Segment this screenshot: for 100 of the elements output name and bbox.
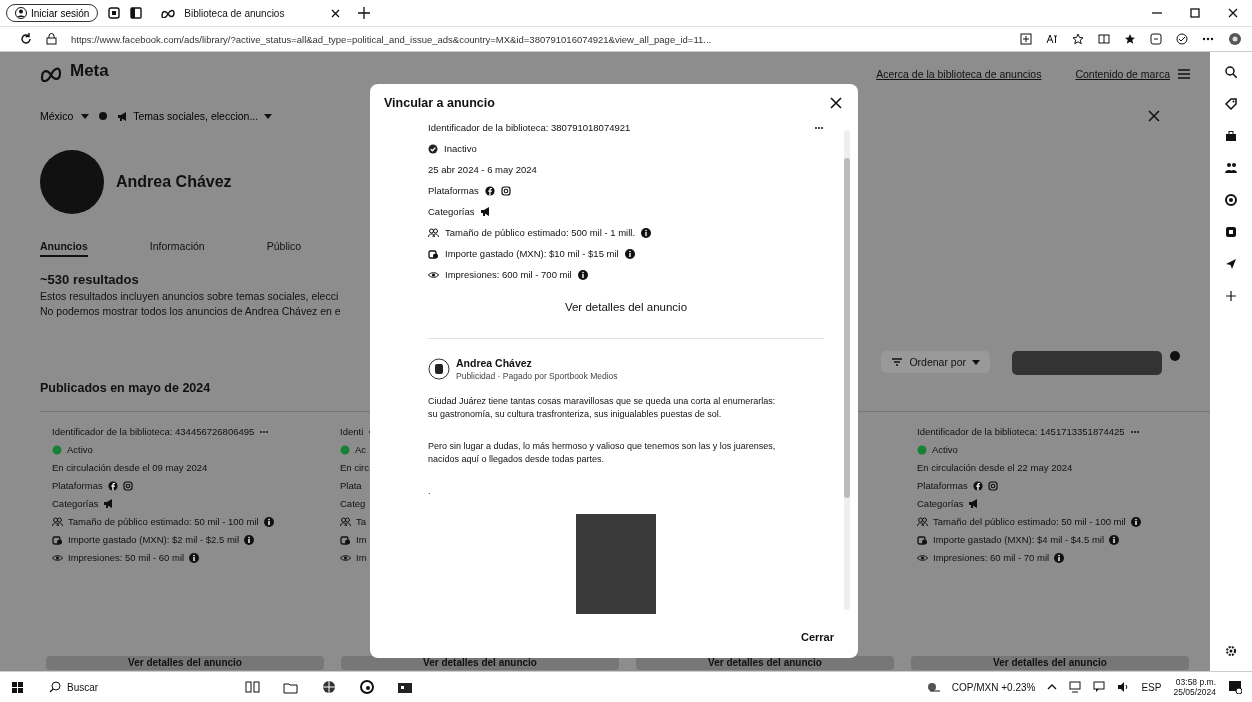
globe-icon[interactable] [321,680,338,694]
weather-icon [925,681,940,693]
office-icon[interactable] [1225,226,1237,238]
instagram-icon [122,480,133,491]
more-icon[interactable] [814,125,824,130]
copilot-icon[interactable] [1228,32,1242,46]
close-button[interactable]: Cerrar [794,630,840,644]
refresh-icon[interactable] [20,33,32,45]
windows-logo-icon[interactable] [12,681,23,693]
ad-text: Pero sin lugar a dudas, lo más hermoso y valioso que tenemos son las y los juarenses, nacidos aquí o llegados desde todas partes. [428,440,777,466]
workspaces-icon[interactable] [108,7,121,19]
task-view-icon[interactable] [245,680,262,694]
people-icon[interactable] [1225,162,1237,174]
speaker-icon[interactable] [1117,681,1130,693]
store-icon[interactable] [397,680,414,694]
close-icon[interactable] [1228,8,1238,18]
caret-icon [81,113,90,119]
language-indicator[interactable]: ESP [1141,681,1162,693]
dot-icon [1170,351,1180,361]
run-dates: 25 abr 2024 - 6 may 2024 [428,164,538,175]
status-label: Ac [355,444,367,455]
split-window-icon[interactable] [1098,33,1110,45]
money-icon [52,534,63,545]
browser-icon[interactable] [359,680,376,694]
platforms-label: Plataformas [428,185,479,196]
platforms-label: Plata [340,480,362,491]
amount-spent: Im [356,534,367,545]
caret-icon [972,359,980,365]
ad-details-button[interactable]: Ver detalles del anuncio [911,656,1189,670]
collections-icon[interactable] [1150,33,1162,45]
audience-size: Tamaño de público estimado: 500 mil - 1 mill. [445,227,636,238]
close-icon[interactable] [830,97,842,109]
tab-actions-icon[interactable] [130,7,143,19]
plus-icon[interactable] [358,7,371,19]
info-icon [263,516,274,527]
meta-logo-icon [160,8,177,18]
maximize-icon[interactable] [1190,8,1200,18]
ad-text: Ciudad Juárez tiene tantas cosas maravillosas que se queda una corta al enumerarlas: su gastronomía, su cultura trasfronteriza, sus inigualables puestas de sol. [428,395,777,421]
people-icon [340,516,351,527]
tab-title: Biblioteca de anuncios [184,7,285,19]
status-label: Inactivo [444,143,477,154]
library-id: Identi [340,426,364,437]
favorites-icon[interactable] [1124,33,1136,45]
settings-icon[interactable] [1225,645,1237,657]
folder-icon[interactable] [283,680,300,694]
tag-icon[interactable] [1225,98,1237,110]
favorite-icon[interactable] [1072,33,1084,45]
menu-icon[interactable] [1178,69,1190,79]
info-icon [641,227,652,238]
run-dates: En circ [340,462,370,473]
notification-icon[interactable] [1228,680,1242,694]
taskbar-search[interactable]: Buscar [49,681,99,693]
split-screen-icon[interactable] [1020,33,1032,45]
sign-in-button[interactable]: Iniciar sesión [6,4,99,22]
ad-details-link[interactable]: Ver detalles del anuncio [558,300,694,314]
profile-name: Andrea Chávez [116,173,232,191]
address-bar-url[interactable]: https://www.facebook.com/ads/library/?active_status=all&ad_type=political_and_issue_ads&country=MX&id=380791016074921&view_all_page_id=11... [71,33,1006,45]
plus-icon[interactable] [1225,290,1237,302]
audience-size: Tamaño del público estimado: 50 mil - 100 mil [933,516,1126,527]
audience-size: Tamaño de público estimado: 50 mil - 100 mil [68,516,259,527]
close-icon[interactable] [331,8,341,18]
search-icon[interactable] [1225,66,1237,78]
page-tab[interactable]: Público [266,239,302,257]
page-tab[interactable]: Anuncios [40,239,88,257]
paper-plane-icon[interactable] [1225,258,1237,270]
circle-icon[interactable] [1225,194,1237,206]
advertiser-name: Andrea Chávez [456,357,533,369]
read-aloud-icon[interactable] [1046,33,1058,45]
categories-label: Categorías [428,206,475,217]
header-link[interactable]: Contenido de marca [1075,68,1170,80]
platforms-label: Plataformas [917,480,968,491]
topic-dropdown[interactable]: Temas sociales, eleccion... [117,110,273,122]
more-icon[interactable] [1202,36,1214,42]
brand-name: Meta [70,61,109,81]
close-icon[interactable] [1148,110,1160,122]
caret-icon [264,113,273,119]
eye-icon [428,269,439,280]
info-icon [1054,552,1065,563]
chevron-up-icon[interactable] [1047,683,1058,691]
people-icon [52,516,63,527]
country-dropdown[interactable]: México [40,110,90,122]
people-icon [917,516,928,527]
page-tab[interactable]: Información [149,239,205,257]
facebook-icon [107,480,118,491]
clock-time: 03:58 p.m. [1175,677,1216,687]
info-icon [624,248,635,259]
sort-dropdown[interactable]: Ordenar por [881,351,990,373]
run-dates: En circulación desde el 09 may 2024 [52,462,208,473]
run-dates: En circulación desde el 22 may 2024 [917,462,1073,473]
clock[interactable]: 03:58 p.m. 25/05/2024 [1173,677,1216,697]
chat-icon[interactable] [1093,681,1106,693]
library-id: Identificador de la biblioteca: 380791018074921 [428,122,631,133]
ad-details-button[interactable]: Ver detalles del anuncio [46,656,324,670]
briefcase-icon[interactable] [1225,130,1237,142]
browser-essentials-icon[interactable] [1176,33,1188,45]
header-link[interactable]: Acerca de la biblioteca de anuncios [876,68,1042,80]
network-icon[interactable] [1069,681,1082,693]
stock-ticker[interactable]: COP/MXN +0.23% [951,681,1036,693]
person-icon [15,7,27,19]
megaphone-icon [480,206,491,217]
